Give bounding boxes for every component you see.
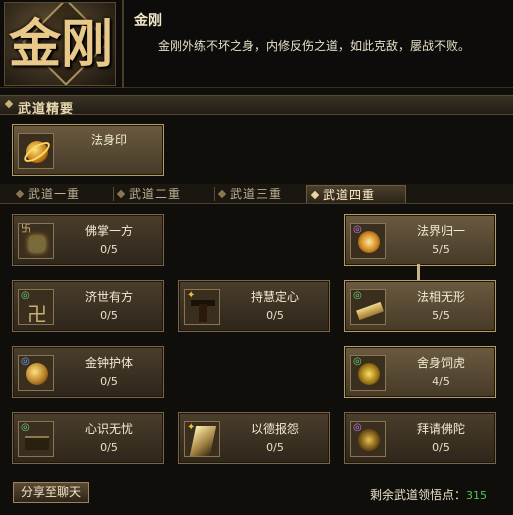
- skill-points: 0/5: [432, 441, 450, 454]
- scroll-icon: ◎: [350, 289, 386, 325]
- skill-name: 法相无形: [416, 290, 465, 304]
- tab-bullet-icon: [116, 189, 126, 199]
- share-to-chat-button[interactable]: 分享至聊天: [13, 482, 89, 503]
- section-title: 武道精要: [18, 102, 75, 117]
- class-description: 金刚外练不坏之身，内修反伤之道，如此克敌，屡战不败。: [158, 39, 471, 53]
- skill-points: 4/5: [432, 375, 450, 388]
- skill-points: 0/5: [266, 309, 284, 322]
- skill-name: 持慧定心: [250, 290, 299, 304]
- skill-name: 佛掌一方: [84, 224, 133, 238]
- skill-node-bai-qing-fo-tuo[interactable]: ◎ 拜请佛陀 0/5: [344, 412, 496, 464]
- tab-tier-1[interactable]: 武道一重: [12, 185, 108, 203]
- buddha-icon: ◎: [350, 421, 386, 457]
- tab-bullet-icon: [15, 189, 25, 199]
- palm-icon: 卐: [18, 223, 54, 259]
- core-skill-name: 法身印: [90, 133, 127, 147]
- skill-points: 0/5: [100, 441, 118, 454]
- skill-points: 0/5: [100, 375, 118, 388]
- skill-points: 0/5: [100, 309, 118, 322]
- tab-tier-3[interactable]: 武道三重: [214, 185, 310, 203]
- tab-tier-2[interactable]: 武道二重: [113, 185, 209, 203]
- skill-node-jin-zhong-hu-ti[interactable]: ◎ 金钟护体 0/5: [12, 346, 164, 398]
- skill-node-yi-de-bao-yuan[interactable]: ✦ 以德报怨 0/5: [178, 412, 330, 464]
- skill-node-ji-shi-you-fang[interactable]: ◎ 卍 济世有方 0/5: [12, 280, 164, 332]
- skill-node-she-shen-si-hu[interactable]: ◎ 舍身饲虎 4/5: [344, 346, 496, 398]
- tab-bullet-icon: [310, 190, 320, 200]
- header: 金刚 金刚 金刚外练不坏之身，内修反伤之道，如此克敌，屡战不败。: [0, 0, 513, 88]
- warrior-icon: ✦: [184, 289, 220, 325]
- skill-name: 以德报怨: [250, 422, 299, 436]
- tab-tier-4[interactable]: 武道四重: [306, 185, 406, 203]
- class-title: 金刚: [134, 13, 162, 29]
- swastika-icon: ◎ 卍: [18, 289, 54, 325]
- emblem-glyph: 金刚: [8, 14, 113, 75]
- halo-icon: ◎: [350, 223, 386, 259]
- section-header: 武道精要: [0, 95, 513, 117]
- bell-icon: ◎: [18, 355, 54, 391]
- martial-tree-panel: 金刚 金刚 金刚外练不坏之身，内修反伤之道，如此克敌，屡战不败。 武道精要 法身…: [0, 0, 513, 515]
- skill-name: 拜请佛陀: [416, 422, 465, 436]
- tab-label: 武道四重: [323, 188, 376, 202]
- skill-node-fa-jie-gui-yi[interactable]: ◎ 法界归一 5/5: [344, 214, 496, 266]
- skill-node-chi-hui-ding-xin[interactable]: ✦ 持慧定心 0/5: [178, 280, 330, 332]
- skill-name: 心识无忧: [84, 422, 133, 436]
- remaining-points-label: 剩余武道领悟点：: [370, 488, 467, 502]
- skill-node-xin-shi-wu-you[interactable]: ◎ 心识无忧 0/5: [12, 412, 164, 464]
- skill-name: 舍身饲虎: [416, 356, 465, 370]
- skill-points: 5/5: [432, 243, 450, 256]
- skill-points: 5/5: [432, 309, 450, 322]
- skill-node-fo-zhang-yi-fang[interactable]: 卐 佛掌一方 0/5: [12, 214, 164, 266]
- skill-points: 0/5: [100, 243, 118, 256]
- golden-swirl-icon: [18, 133, 54, 169]
- skill-name: 法界归一: [416, 224, 465, 238]
- class-emblem-icon: 金刚: [4, 2, 116, 86]
- skill-name: 金钟护体: [84, 356, 133, 370]
- tab-label: 武道三重: [230, 187, 283, 201]
- tab-bullet-icon: [217, 189, 227, 199]
- remaining-points-value: 315: [466, 489, 488, 502]
- skill-points: 0/5: [266, 441, 284, 454]
- tiger-icon: ◎: [350, 355, 386, 391]
- heart-icon: ◎: [18, 421, 54, 457]
- tab-label: 武道一重: [28, 187, 81, 201]
- header-divider: [122, 0, 124, 88]
- core-skill-node[interactable]: 法身印: [12, 124, 164, 176]
- light-icon: ✦: [184, 421, 220, 457]
- tree-connector: [417, 264, 420, 280]
- tab-label: 武道二重: [129, 187, 182, 201]
- skill-name: 济世有方: [84, 290, 133, 304]
- skill-node-fa-xiang-wu-xing[interactable]: ◎ 法相无形 5/5: [344, 280, 496, 332]
- remaining-points: 剩余武道领悟点：315: [370, 486, 487, 503]
- tier-tabs: 武道一重 武道二重 武道三重 武道四重: [0, 184, 513, 204]
- bullet-icon: [4, 99, 14, 109]
